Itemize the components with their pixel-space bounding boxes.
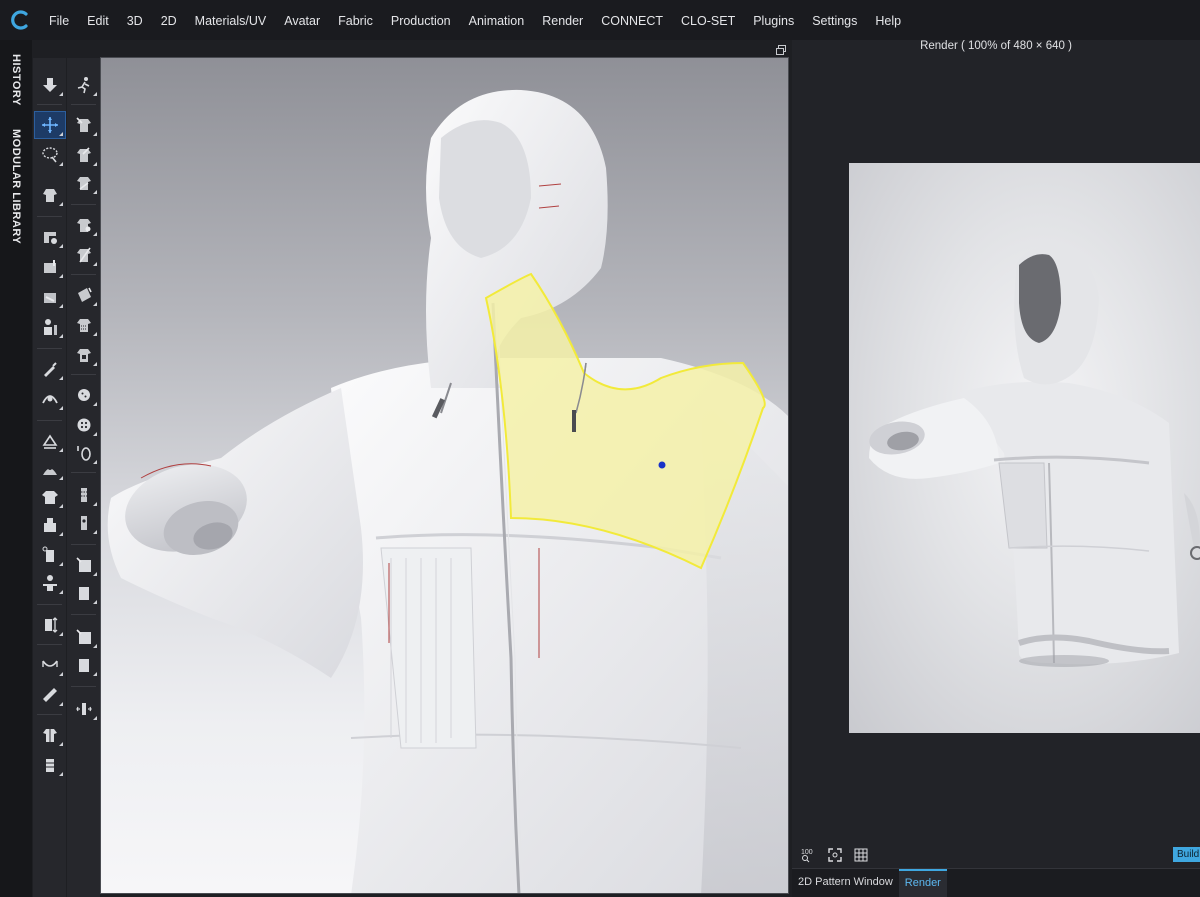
menu-file[interactable]: File — [40, 0, 78, 40]
button-tool-icon[interactable] — [69, 382, 99, 408]
menu-edit[interactable]: Edit — [78, 0, 118, 40]
render-panel: Render ( 100% of 480 × 640 ) 100 Build 2… — [792, 40, 1200, 897]
menu-bar: File Edit 3D 2D Materials/UV Avatar Fabr… — [0, 0, 1200, 40]
elastic-tool-icon[interactable] — [69, 696, 99, 722]
clo-logo-icon[interactable] — [0, 0, 40, 40]
fold-arrange-icon[interactable] — [69, 212, 99, 238]
render-toolbar: 100 Build — [792, 842, 1200, 868]
sew-tool-icon[interactable] — [69, 242, 99, 268]
menu-avatar[interactable]: Avatar — [275, 0, 329, 40]
curve-tool-icon[interactable] — [35, 386, 65, 412]
main-menu: File Edit 3D 2D Materials/UV Avatar Fabr… — [40, 0, 910, 40]
transform-garment-icon[interactable] — [69, 170, 99, 196]
tab-history-label: HISTORY — [10, 54, 22, 106]
trace-tool-icon[interactable] — [35, 428, 65, 454]
zoom-100-label: 100 — [801, 849, 813, 856]
buttonhole-tool-icon[interactable] — [69, 412, 99, 438]
avatar-pose-icon[interactable] — [35, 456, 65, 482]
tack-tool-icon[interactable] — [35, 284, 65, 310]
body-tool-icon[interactable] — [35, 512, 65, 538]
menu-animation[interactable]: Animation — [460, 0, 534, 40]
grid-icon[interactable] — [852, 846, 870, 864]
render-hoodie-image — [869, 247, 1200, 667]
hoodie-3d-model — [107, 89, 788, 893]
shirt-tool-icon[interactable] — [35, 484, 65, 510]
tab-modular-library[interactable]: MODULAR LIBRARY — [0, 129, 32, 245]
fabric-block-icon[interactable] — [69, 652, 99, 678]
piping-tool-icon[interactable] — [69, 552, 99, 578]
measure-line-icon[interactable] — [35, 652, 65, 678]
menu-3d[interactable]: 3D — [118, 0, 152, 40]
render-preview[interactable] — [849, 163, 1200, 733]
fold-tool-icon[interactable] — [35, 224, 65, 250]
build-button[interactable]: Build — [1173, 847, 1200, 862]
graphic-tool-icon[interactable] — [69, 342, 99, 368]
side-tab-strip: HISTORY MODULAR LIBRARY — [0, 40, 32, 897]
menu-2d[interactable]: 2D — [152, 0, 186, 40]
menu-settings[interactable]: Settings — [803, 0, 866, 40]
menu-help[interactable]: Help — [866, 0, 910, 40]
binding-tool-icon[interactable] — [69, 510, 99, 536]
menu-materials-uv[interactable]: Materials/UV — [186, 0, 276, 40]
lasso-select-icon[interactable] — [35, 142, 65, 168]
grade-tool-icon[interactable] — [35, 612, 65, 638]
restore-window-icon[interactable] — [776, 42, 786, 55]
texture-tool-icon[interactable] — [69, 312, 99, 338]
strengthen-tool-icon[interactable] — [69, 624, 99, 650]
selection-point[interactable] — [658, 461, 666, 469]
avatar-figure-icon[interactable] — [35, 570, 65, 596]
select-garment-icon[interactable] — [69, 112, 99, 138]
move-down-icon[interactable] — [35, 72, 65, 98]
edit-garment-icon[interactable] — [69, 142, 99, 168]
render-title: Render ( 100% of 480 × 640 ) — [920, 40, 1072, 52]
menu-clo-set[interactable]: CLO-SET — [672, 0, 744, 40]
tool-column-right — [67, 58, 100, 897]
pattern-tool-icon[interactable] — [35, 752, 65, 778]
pen-tool-icon[interactable] — [35, 356, 65, 382]
tab-history[interactable]: HISTORY — [0, 50, 32, 110]
tool-column-left — [33, 58, 66, 897]
menu-production[interactable]: Production — [382, 0, 460, 40]
pin-tool-icon[interactable] — [35, 254, 65, 280]
tab-modular-library-label: MODULAR LIBRARY — [10, 129, 22, 245]
3d-garment-viewport[interactable] — [100, 57, 789, 894]
ruler-tool-icon[interactable] — [35, 682, 65, 708]
menu-connect[interactable]: CONNECT — [592, 0, 672, 40]
fit-to-window-icon[interactable] — [826, 846, 844, 864]
fabric-tool-icon[interactable] — [69, 282, 99, 308]
menu-fabric[interactable]: Fabric — [329, 0, 382, 40]
transform-gizmo-icon[interactable] — [34, 111, 66, 139]
bottom-tab-bar: 2D Pattern Window Render — [792, 868, 1200, 897]
simulate-icon[interactable] — [69, 72, 99, 98]
tab-2d-pattern-window[interactable]: 2D Pattern Window — [792, 869, 899, 897]
zipper-tool-icon[interactable] — [69, 440, 99, 466]
jacket-tool-icon[interactable] — [35, 722, 65, 748]
fitting-tool-icon[interactable] — [35, 542, 65, 568]
zoom-100-icon[interactable]: 100 — [800, 846, 818, 864]
layer-tool-icon[interactable] — [69, 580, 99, 606]
menu-plugins[interactable]: Plugins — [744, 0, 803, 40]
menu-render[interactable]: Render — [533, 0, 592, 40]
puckering-tool-icon[interactable] — [69, 482, 99, 508]
tab-render[interactable]: Render — [898, 869, 947, 897]
avatar-measure-icon[interactable] — [35, 314, 65, 340]
garment-tool-icon[interactable] — [35, 182, 65, 208]
